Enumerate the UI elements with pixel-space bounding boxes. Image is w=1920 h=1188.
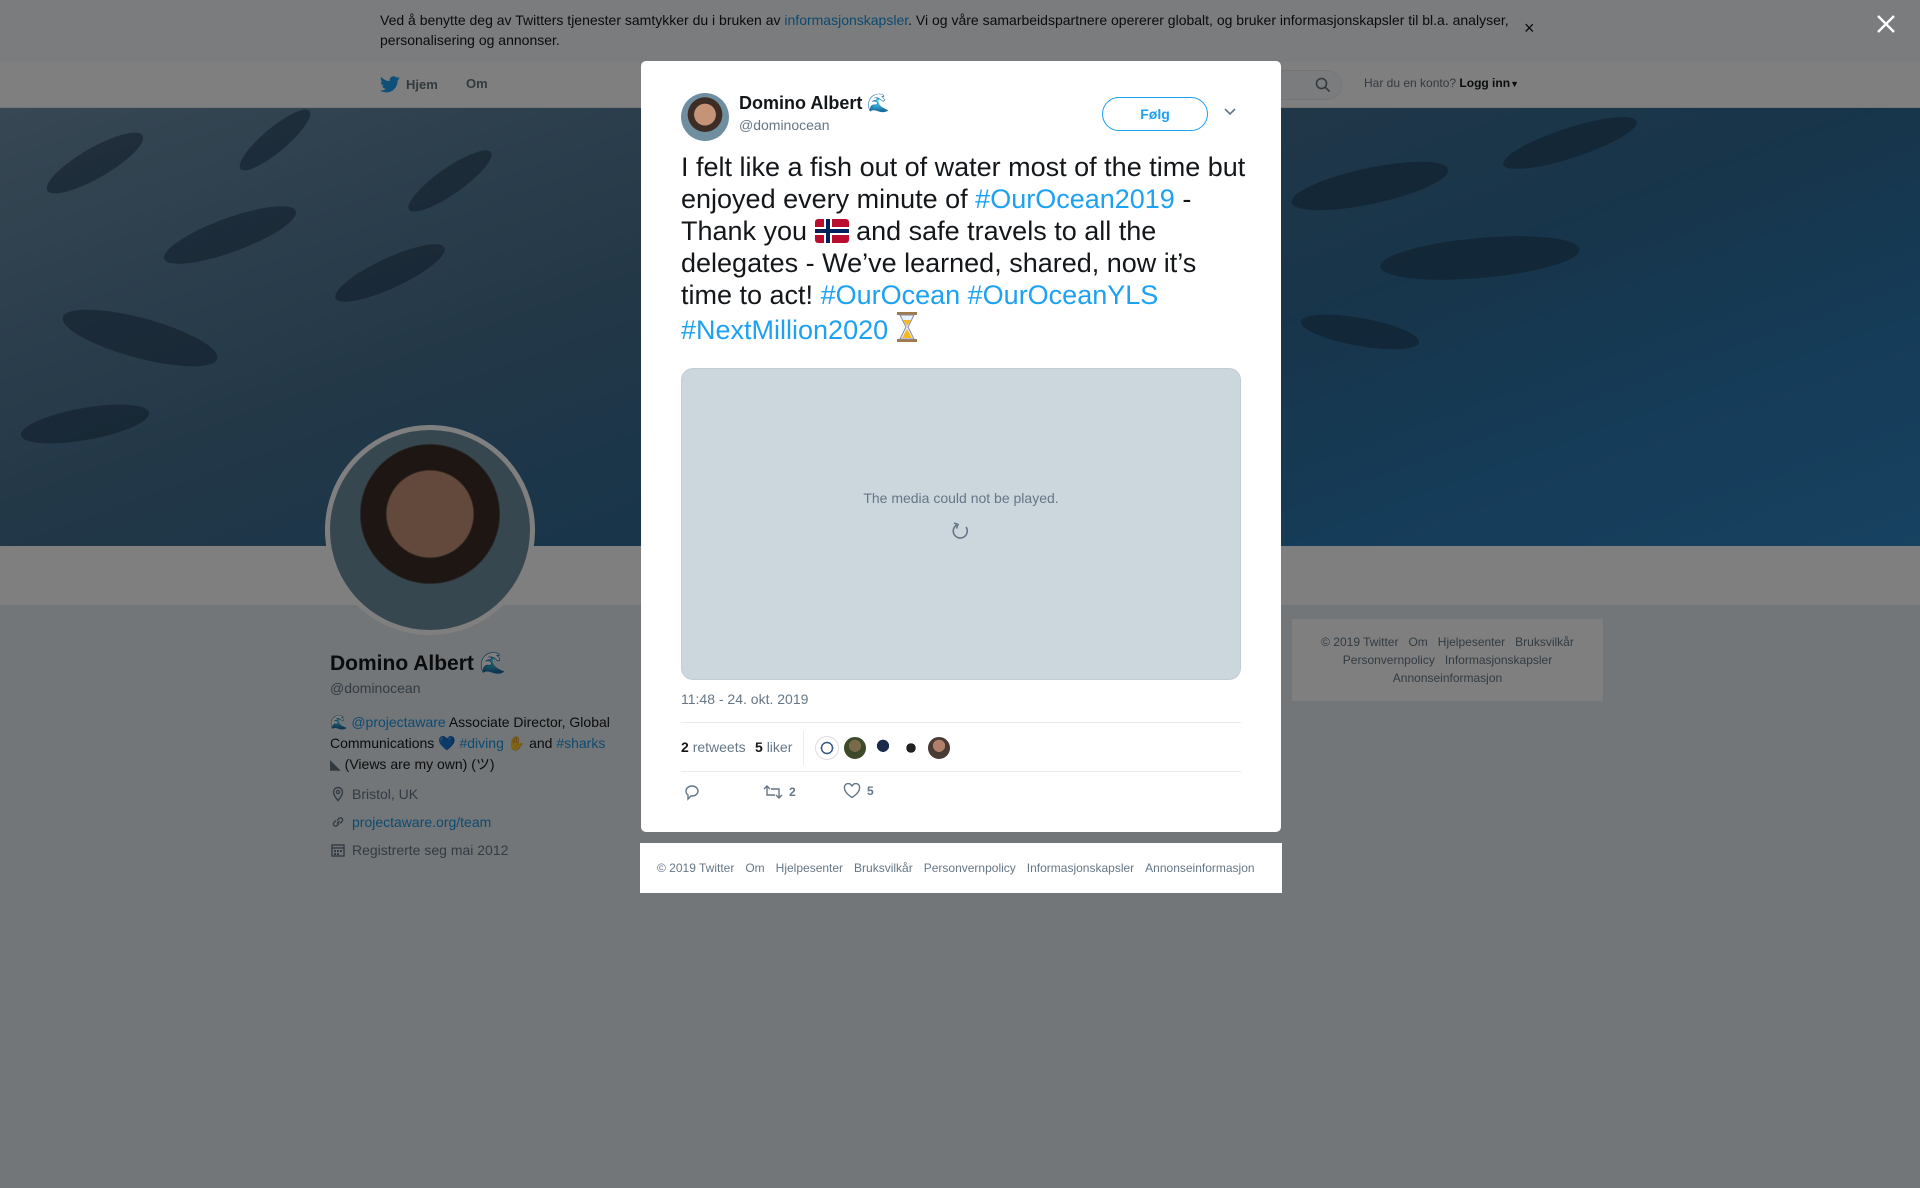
likes-stat[interactable]: 5 liker [755, 739, 792, 755]
reload-icon[interactable] [951, 521, 971, 541]
footer-link-terms[interactable]: Bruksvilkår [854, 861, 913, 875]
tweet-author-name-text: Domino Albert [739, 93, 863, 113]
retweets-count: 2 [681, 739, 689, 755]
hashtag-link[interactable]: #OurOceanYLS [968, 280, 1159, 310]
tweet-actions: 2 5 [681, 779, 1241, 809]
like-button[interactable]: 5 [843, 783, 874, 799]
retweets-label: retweets [692, 739, 746, 755]
hashtag-link[interactable]: #OurOcean [821, 280, 961, 310]
hashtag-link[interactable]: #NextMillion2020 [681, 315, 888, 345]
wave-icon: 🌊 [867, 93, 890, 113]
footer-link-cookies[interactable]: Informasjonskapsler [1027, 861, 1134, 875]
tweet-text: I felt like a fish out of water most of … [681, 151, 1251, 346]
footer-link-privacy[interactable]: Personvernpolicy [924, 861, 1016, 875]
likes-label: liker [766, 739, 793, 755]
like-count: 5 [867, 784, 874, 798]
reply-button[interactable] [683, 783, 701, 801]
norway-flag-icon [814, 219, 849, 243]
liker-avatar[interactable] [927, 736, 951, 760]
retweet-button[interactable]: 2 [763, 783, 796, 801]
follow-button[interactable]: Følg [1102, 97, 1208, 131]
likes-count: 5 [755, 739, 763, 755]
retweets-stat[interactable]: 2 retweets [681, 739, 746, 755]
tweet-timestamp[interactable]: 11:48 - 24. okt. 2019 [681, 691, 808, 707]
liker-avatar[interactable] [899, 736, 923, 760]
footer-copyright: © 2019 Twitter [657, 861, 735, 875]
liker-avatar[interactable] [815, 736, 839, 760]
liker-avatar[interactable] [843, 736, 867, 760]
hashtag-link[interactable]: #OurOcean2019 [975, 184, 1175, 214]
tweet-author-name[interactable]: Domino Albert 🌊 [739, 93, 890, 114]
tweet-stats: 2 retweets 5 liker [681, 722, 1241, 772]
modal-footer: © 2019 Twitter Om Hjelpesenter Bruksvilk… [640, 843, 1282, 893]
stats-divider [803, 731, 804, 765]
chevron-down-icon[interactable] [1223, 107, 1237, 117]
retweet-count: 2 [789, 785, 796, 799]
media-error-message: The media could not be played. [863, 490, 1059, 506]
reply-icon [685, 785, 699, 801]
close-icon[interactable] [1876, 14, 1896, 34]
tweet-author-handle[interactable]: @dominocean [739, 117, 830, 133]
footer-link-about[interactable]: Om [745, 861, 764, 875]
tweet-author-avatar[interactable] [681, 93, 729, 141]
footer-link-help[interactable]: Hjelpesenter [776, 861, 843, 875]
tweet-modal: Domino Albert 🌊 @dominocean Følg I felt … [641, 61, 1281, 832]
heart-icon [843, 783, 861, 799]
hourglass-icon [897, 312, 918, 342]
footer-link-ads[interactable]: Annonseinformasjon [1145, 861, 1254, 875]
liker-avatar[interactable] [871, 736, 895, 760]
retweet-icon [763, 785, 783, 799]
video-player[interactable]: The media could not be played. [681, 368, 1241, 680]
